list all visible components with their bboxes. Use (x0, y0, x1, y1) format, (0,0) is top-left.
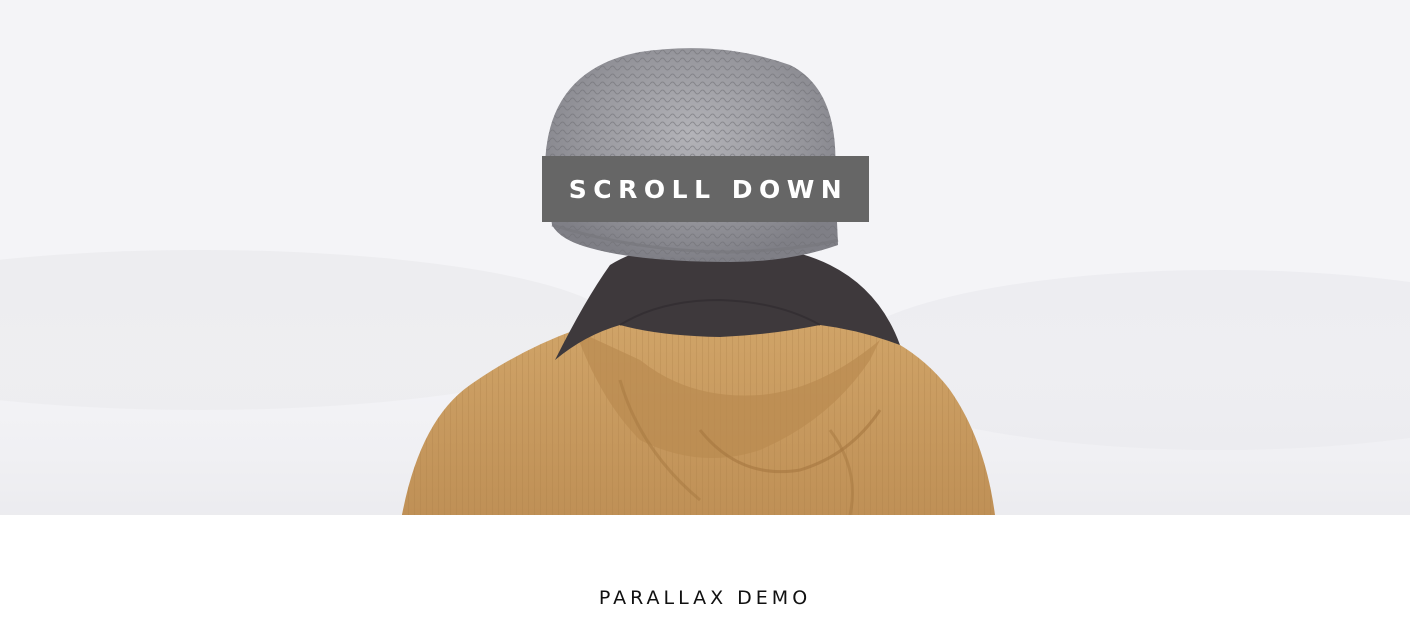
scroll-down-label: SCROLL DOWN (568, 174, 849, 204)
page: SCROLL DOWN PARALLAX DEMO (0, 0, 1410, 629)
hero-image (0, 0, 1410, 515)
scroll-down-button[interactable]: SCROLL DOWN (542, 156, 869, 222)
hero-section: SCROLL DOWN (0, 0, 1410, 515)
content-section: PARALLAX DEMO (0, 515, 1410, 629)
section-title: PARALLAX DEMO (598, 587, 812, 609)
